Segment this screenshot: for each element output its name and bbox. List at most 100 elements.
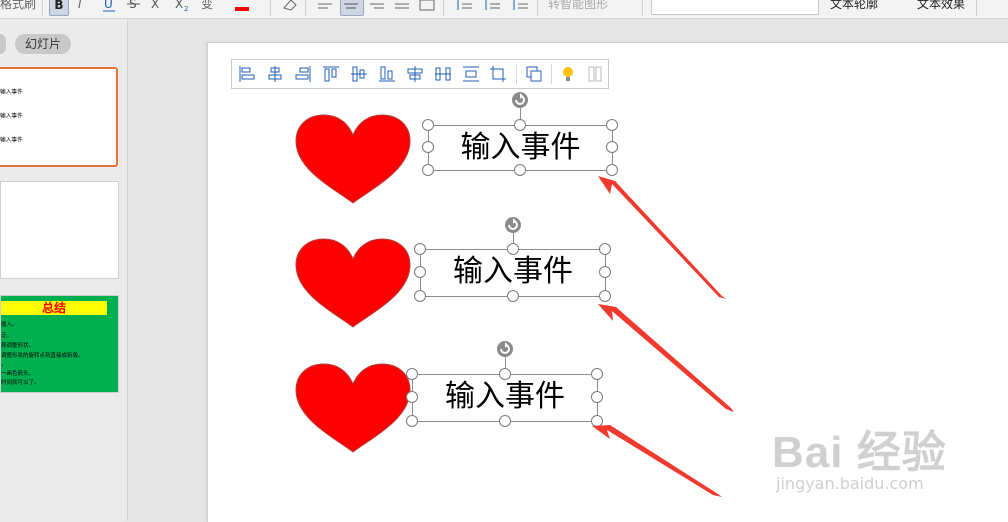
svg-text:2: 2 (184, 5, 188, 13)
strikethrough-icon[interactable]: S (126, 0, 142, 14)
italic-button[interactable]: I (78, 0, 82, 14)
baidu-jingyan-watermark: Bai 经验 jingyan.baidu.com (772, 416, 1002, 496)
resize-handle[interactable] (406, 368, 418, 380)
align-middle-icon[interactable] (349, 64, 369, 84)
thumb-text-line: 一画色箭头。 (1, 371, 35, 377)
slide-thumbnail-1[interactable]: 输入事件 输入事件 输入事件 (0, 67, 118, 167)
smart-shape-button[interactable]: 转智能图形 (548, 0, 608, 14)
group-icon[interactable] (524, 64, 544, 84)
resize-handle[interactable] (507, 290, 519, 302)
resize-handle[interactable] (422, 164, 434, 176)
resize-handle[interactable] (406, 391, 418, 403)
ribbon-divider (42, 0, 43, 16)
align-text-center-icon[interactable] (340, 0, 364, 16)
watermark-url: jingyan.baidu.com (776, 474, 924, 493)
resize-handle[interactable] (591, 391, 603, 403)
distributed-align-icon[interactable] (418, 0, 436, 14)
text-outline-button[interactable]: 文本轮廓 (830, 0, 878, 14)
slide-thumbnail-3[interactable]: 总结 插入。 泛。 择调整形状。 调整形状的旋转点到直接成新版。 。 一画色箭头… (0, 295, 119, 393)
ribbon-toolbar: 格式刷 B I U S X X2 变 转智能图形 文本轮廓 文本效果 (0, 0, 1008, 19)
resize-handle[interactable] (591, 415, 603, 427)
ribbon-divider (976, 0, 977, 16)
underline-icon[interactable]: U (101, 0, 117, 14)
subscript-icon[interactable]: X2 (174, 0, 190, 14)
resize-handle[interactable] (507, 243, 519, 255)
svg-text:X: X (175, 0, 183, 11)
text-outline-label: 文本轮廓 (830, 0, 879, 11)
align-text-right-icon[interactable] (368, 0, 386, 14)
font-dropdown-icon[interactable] (806, 0, 819, 15)
line-spacing-icon[interactable] (454, 0, 474, 14)
thumb-text-line: 输入事件 (0, 136, 23, 144)
resize-handle[interactable] (514, 164, 526, 176)
heart-shape[interactable] (294, 362, 412, 454)
slide-thumbnail-2[interactable] (0, 181, 119, 279)
align-center-icon[interactable] (265, 64, 285, 84)
resize-handle[interactable] (422, 119, 434, 131)
resize-handle[interactable] (414, 266, 426, 278)
thumb-title: 总结 (1, 301, 107, 315)
thumb-text-line: 输入事件 (0, 112, 23, 120)
align-top-icon[interactable] (321, 64, 341, 84)
rotate-handle-icon[interactable] (504, 216, 522, 234)
resize-handle[interactable] (606, 164, 618, 176)
superscript-icon[interactable]: X (150, 0, 164, 14)
heart-shape[interactable] (294, 237, 412, 329)
svg-text:X: X (151, 0, 159, 11)
svg-text:S: S (129, 0, 137, 11)
heart-shape[interactable] (294, 113, 412, 205)
resize-handle[interactable] (422, 141, 434, 153)
ribbon-divider (270, 0, 271, 16)
thumb-text-line: 。 (1, 362, 7, 368)
slide-thumbnail-pane: 幻灯片 输入事件 输入事件 输入事件 总结 插入。 泛。 择调整形状。 调整形状… (0, 19, 128, 521)
align-bottom-icon[interactable] (377, 64, 397, 84)
svg-text:U: U (104, 0, 113, 11)
toolbar-divider (516, 64, 517, 84)
resize-handle[interactable] (499, 415, 511, 427)
thumb-text-line: 择调整形状。 (1, 343, 35, 349)
align-text-left-icon[interactable] (316, 0, 334, 14)
ribbon-divider (537, 0, 538, 16)
thumb-text-line: 泛。 (1, 333, 13, 339)
resize-handle[interactable] (406, 415, 418, 427)
more-icon[interactable] (585, 64, 605, 84)
ribbon-divider (305, 0, 306, 16)
increase-spacing-icon[interactable] (482, 0, 502, 14)
font-name-input[interactable] (651, 0, 808, 15)
resize-handle[interactable] (514, 119, 526, 131)
ribbon-divider (443, 0, 444, 16)
resize-handle[interactable] (599, 266, 611, 278)
ribbon-divider (642, 0, 643, 16)
align-left-icon[interactable] (237, 64, 257, 84)
resize-handle[interactable] (499, 368, 511, 380)
decrease-spacing-icon[interactable] (510, 0, 530, 14)
thumb-text-line: 时间就可以了。 (1, 380, 40, 386)
resize-handle[interactable] (606, 141, 618, 153)
distribute-vertical-icon[interactable] (461, 64, 481, 84)
resize-handle[interactable] (599, 290, 611, 302)
resize-handle[interactable] (591, 368, 603, 380)
resize-handle[interactable] (606, 119, 618, 131)
font-color-icon[interactable] (234, 0, 250, 14)
resize-handle[interactable] (414, 290, 426, 302)
outline-tab[interactable] (0, 34, 6, 54)
lightbulb-icon[interactable] (558, 64, 578, 84)
clear-format-icon[interactable] (279, 0, 299, 14)
bold-button[interactable]: B (49, 0, 69, 16)
align-right-icon[interactable] (293, 64, 313, 84)
rotate-handle-icon[interactable] (511, 91, 529, 109)
text-effect-button[interactable]: 文本效果 (917, 0, 965, 14)
distribute-horizontal-icon[interactable] (405, 64, 425, 84)
format-painter-button[interactable]: 格式刷 (0, 0, 36, 14)
tab-slides[interactable]: 幻灯片 (15, 34, 71, 54)
change-case-button[interactable]: 变 (201, 0, 213, 14)
distribute-horizontal-spacing-icon[interactable] (433, 64, 453, 84)
resize-handle[interactable] (599, 243, 611, 255)
toolbar-divider (551, 64, 552, 84)
rotate-handle-icon[interactable] (496, 340, 514, 358)
thumb-text-line: 插入。 (1, 322, 18, 328)
crop-icon[interactable] (488, 64, 508, 84)
resize-handle[interactable] (414, 243, 426, 255)
justify-icon[interactable] (393, 0, 411, 14)
align-toolbar (231, 59, 609, 89)
